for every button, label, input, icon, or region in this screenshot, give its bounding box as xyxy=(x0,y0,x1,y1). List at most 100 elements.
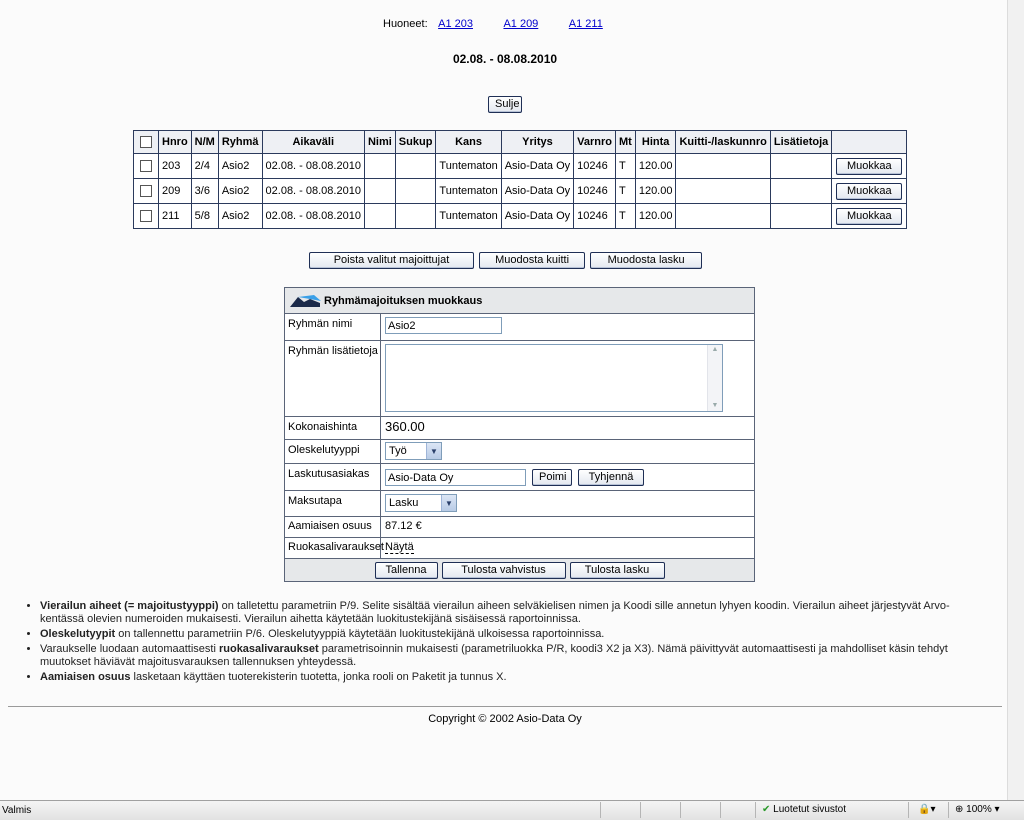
cell-varnro: 10246 xyxy=(573,178,616,204)
protected-mode-icon[interactable]: 🔒▾ xyxy=(918,804,935,815)
pick-button[interactable]: Poimi xyxy=(532,468,572,486)
help-item: Varaukselle luodaan automaattisesti ruok… xyxy=(40,643,992,669)
col-nm: N/M xyxy=(190,130,219,154)
group-edit-form: Ryhmämajoituksen muokkaus Ryhmän nimi As… xyxy=(284,287,755,582)
edit-button[interactable]: Muokkaa xyxy=(836,207,903,225)
cell-mt: T xyxy=(615,203,636,229)
cell-hnro: 209 xyxy=(158,178,192,204)
cell-nm: 3/6 xyxy=(190,178,219,204)
bulk-actions: Poista valitut majoittujat Muodosta kuit… xyxy=(309,252,704,269)
payment-method-select[interactable]: Lasku ▼ xyxy=(385,494,457,512)
clear-button[interactable]: Tyhjennä xyxy=(578,468,644,486)
security-zone[interactable]: ✔ Luotetut sivustot xyxy=(762,804,846,815)
room-link-211[interactable]: A1 211 xyxy=(569,18,603,30)
cell-hinta: 120.00 xyxy=(634,178,677,204)
total-price-label: Kokonaishinta xyxy=(285,417,381,439)
scroll-up-icon: ▲ xyxy=(711,346,719,353)
cell-aikavali: 02.08. - 08.08.2010 xyxy=(261,178,365,204)
checkmark-icon: ✔ xyxy=(762,804,771,815)
cell-lisatietoja xyxy=(769,153,833,179)
col-aikavali: Aikaväli xyxy=(261,130,365,154)
cell-hinta: 120.00 xyxy=(634,153,677,179)
table-row: 211 5/8 Asio2 02.08. - 08.08.2010 Tuntem… xyxy=(133,203,908,229)
cell-hnro: 203 xyxy=(158,153,192,179)
cell-ryhma: Asio2 xyxy=(217,178,263,204)
row-checkbox[interactable] xyxy=(140,160,152,173)
table-row: 209 3/6 Asio2 02.08. - 08.08.2010 Tuntem… xyxy=(133,178,908,204)
col-hnro: Hnro xyxy=(158,130,192,154)
col-kans: Kans xyxy=(435,130,502,154)
textarea-scrollbar[interactable]: ▲ ▼ xyxy=(707,345,722,411)
cell-nm: 5/8 xyxy=(190,203,219,229)
footer-divider xyxy=(8,706,1002,707)
delete-selected-button[interactable]: Poista valitut majoittujat xyxy=(309,252,474,269)
edit-button[interactable]: Muokkaa xyxy=(836,157,903,175)
browser-statusbar: Valmis ✔ Luotetut sivustot 🔒▾ ⊕ 100% ▾ xyxy=(0,800,1024,820)
stay-type-select[interactable]: Työ ▼ xyxy=(385,442,442,460)
row-checkbox[interactable] xyxy=(140,210,152,223)
close-button[interactable]: Sulje xyxy=(488,96,522,113)
cell-ryhma: Asio2 xyxy=(217,203,263,229)
rooms-label: Huoneet: xyxy=(383,18,428,30)
select-all-header xyxy=(133,130,159,154)
form-header: Ryhmämajoituksen muokkaus xyxy=(285,288,754,314)
cell-lisatietoja xyxy=(769,203,833,229)
room-link-209[interactable]: A1 209 xyxy=(503,18,538,30)
save-button[interactable]: Tallenna xyxy=(374,561,438,579)
cell-kuitti xyxy=(675,203,771,229)
cell-yritys: Asio-Data Oy xyxy=(500,153,575,179)
copyright: Copyright © 2002 Asio-Data Oy xyxy=(428,713,582,725)
select-all-checkbox[interactable] xyxy=(140,136,152,149)
page: Huoneet: A1 203 A1 209 A1 211 02.08. - 0… xyxy=(0,0,1008,800)
col-kuitti: Kuitti-/laskunnro xyxy=(675,130,771,154)
billing-customer-label: Laskutusasiakas xyxy=(285,464,381,490)
table-header-row: Hnro N/M Ryhmä Aikaväli Nimi Sukup Kans … xyxy=(133,130,908,154)
billing-customer-input[interactable]: Asio-Data Oy xyxy=(385,468,526,486)
group-info-textarea[interactable]: ▲ ▼ xyxy=(385,344,723,412)
room-link-203[interactable]: A1 203 xyxy=(438,18,473,30)
cell-nm: 2/4 xyxy=(190,153,219,179)
col-hinta: Hinta xyxy=(634,130,677,154)
col-nimi: Nimi xyxy=(363,130,396,154)
cell-mt: T xyxy=(615,178,636,204)
restaurant-show-link[interactable]: Näytä xyxy=(385,541,414,554)
group-name-input[interactable]: Asio2 xyxy=(385,317,502,334)
page-scrollbar[interactable] xyxy=(1007,0,1024,800)
form-footer: Tallenna Tulosta vahvistus Tulosta lasku xyxy=(285,559,754,581)
cell-kuitti xyxy=(675,178,771,204)
rooms-table: Hnro N/M Ryhmä Aikaväli Nimi Sukup Kans … xyxy=(133,130,908,229)
help-item: Aamiaisen osuus lasketaan käyttäen tuote… xyxy=(40,671,992,684)
create-invoice-button[interactable]: Muodosta lasku xyxy=(590,252,703,269)
zoom-control[interactable]: ⊕ 100% ▾ xyxy=(955,804,1000,815)
cell-mt: T xyxy=(615,153,636,179)
print-confirmation-button[interactable]: Tulosta vahvistus xyxy=(441,561,566,579)
group-info-label: Ryhmän lisätietoja xyxy=(285,341,381,416)
print-invoice-button[interactable]: Tulosta lasku xyxy=(569,561,665,579)
cell-hnro: 211 xyxy=(158,203,192,229)
row-restaurant: Ruokasalivaraukset Näytä xyxy=(285,538,754,559)
accommodation-logo-icon xyxy=(290,294,321,307)
create-receipt-button[interactable]: Muodosta kuitti xyxy=(479,252,586,269)
cell-aikavali: 02.08. - 08.08.2010 xyxy=(261,153,365,179)
row-checkbox[interactable] xyxy=(140,185,152,198)
cell-lisatietoja xyxy=(769,178,833,204)
row-payment-method: Maksutapa Lasku ▼ xyxy=(285,491,754,517)
payment-method-label: Maksutapa xyxy=(285,491,381,516)
col-yritys: Yritys xyxy=(500,130,575,154)
restaurant-label: Ruokasalivaraukset xyxy=(285,538,384,558)
row-stay-type: Oleskelutyyppi Työ ▼ xyxy=(285,440,754,464)
row-total-price: Kokonaishinta 360.00 xyxy=(285,417,754,440)
chevron-down-icon: ▼ xyxy=(426,443,441,459)
help-item: Oleskelutyypit on tallennettu parametrii… xyxy=(40,628,992,641)
cell-ryhma: Asio2 xyxy=(217,153,263,179)
row-breakfast-share: Aamiaisen osuus 87.12 € xyxy=(285,517,754,538)
breakfast-share-label: Aamiaisen osuus xyxy=(285,517,381,537)
col-actions xyxy=(831,130,908,154)
edit-button[interactable]: Muokkaa xyxy=(836,182,903,200)
stay-type-label: Oleskelutyyppi xyxy=(285,440,381,463)
help-item: Vierailun aiheet (= majoitustyyppi) on t… xyxy=(40,600,992,626)
help-notes: Vierailun aiheet (= majoitustyyppi) on t… xyxy=(27,600,992,686)
cell-kans: Tuntematon xyxy=(435,203,502,229)
col-ryhma: Ryhmä xyxy=(217,130,263,154)
cell-varnro: 10246 xyxy=(573,153,616,179)
